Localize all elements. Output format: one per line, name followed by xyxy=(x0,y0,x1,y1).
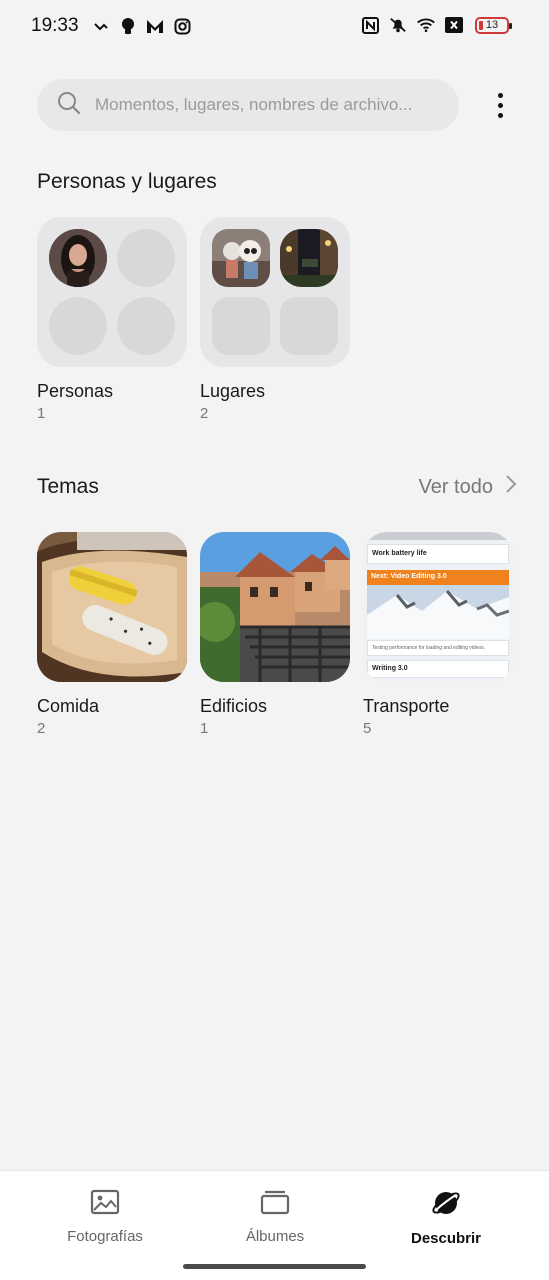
nav-discover[interactable]: Descubrir xyxy=(376,1189,516,1247)
see-all-link[interactable]: Ver todo xyxy=(418,474,517,500)
dot xyxy=(497,112,503,118)
status-time: 19:33 xyxy=(31,15,79,36)
themes-title: Temas xyxy=(37,475,99,498)
thumb-snow-image xyxy=(367,585,509,639)
empty-slot xyxy=(280,297,338,355)
search-placeholder: Momentos, lugares, nombres de archivo... xyxy=(95,95,413,114)
chevron-right-icon xyxy=(505,474,517,500)
nav-photos[interactable]: Fotografías xyxy=(35,1189,175,1245)
gallery-discover-screen: 19:33 13 Momentos, lugares, nombres de a… xyxy=(0,0,549,1280)
places-tile[interactable] xyxy=(200,217,350,367)
more-options-button[interactable] xyxy=(488,90,512,120)
theme-transport-label: Transporte xyxy=(363,696,450,716)
theme-food-count: 2 xyxy=(37,720,46,737)
battery-level: 13 xyxy=(485,19,499,31)
place-thumbnail xyxy=(280,229,338,287)
empty-slot xyxy=(49,297,107,355)
albums-icon xyxy=(260,1189,290,1220)
place-thumbnail xyxy=(212,229,270,287)
bulb-icon xyxy=(119,17,137,35)
nav-photos-label: Fotografías xyxy=(67,1228,143,1245)
dot xyxy=(497,102,503,108)
status-bar: 19:33 13 xyxy=(0,0,549,54)
planet-icon xyxy=(431,1189,461,1222)
thumb-line: Work battery life xyxy=(367,544,509,564)
missed-call-icon xyxy=(92,17,110,35)
thumb-line-highlight: Next: Video Editing 3.0 xyxy=(367,570,509,585)
instagram-icon xyxy=(173,17,191,35)
thumb-line: Testing performance for loading and edit… xyxy=(367,640,509,656)
mute-icon xyxy=(389,16,407,34)
people-label: Personas xyxy=(37,381,114,401)
places-label: Lugares xyxy=(200,381,266,401)
see-all-label: Ver todo xyxy=(418,475,493,498)
theme-transport-count: 5 xyxy=(363,720,372,737)
theme-food-thumbnail[interactable] xyxy=(37,532,187,682)
people-places-title: Personas y lugares xyxy=(37,170,217,193)
places-count: 2 xyxy=(200,405,209,422)
nav-discover-label: Descubrir xyxy=(410,1230,482,1247)
no-sim-icon xyxy=(445,16,463,34)
nav-albums[interactable]: Álbumes xyxy=(205,1189,345,1245)
theme-buildings-count: 1 xyxy=(200,720,209,737)
empty-slot xyxy=(117,297,175,355)
empty-slot xyxy=(117,229,175,287)
dot xyxy=(497,92,503,98)
theme-buildings-label: Edificios xyxy=(200,696,268,716)
theme-food-label: Comida xyxy=(37,696,100,716)
home-indicator[interactable] xyxy=(183,1264,366,1269)
nav-albums-label: Álbumes xyxy=(245,1228,305,1245)
wifi-icon xyxy=(417,16,435,34)
m-app-icon xyxy=(146,17,164,35)
search-icon xyxy=(57,91,81,120)
search-input[interactable]: Momentos, lugares, nombres de archivo... xyxy=(37,79,459,131)
theme-buildings-thumbnail[interactable] xyxy=(200,532,350,682)
theme-transport-thumbnail[interactable]: Work battery life Next: Video Editing 3.… xyxy=(363,532,513,682)
nfc-icon xyxy=(361,16,379,34)
thumb-line: Writing 3.0 xyxy=(367,660,509,678)
person-face xyxy=(49,229,107,287)
people-tile[interactable] xyxy=(37,217,187,367)
people-count: 1 xyxy=(37,405,46,422)
thumb-top-strip xyxy=(363,532,513,540)
photo-icon xyxy=(90,1189,120,1220)
empty-slot xyxy=(212,297,270,355)
battery-icon: 13 xyxy=(475,16,512,34)
